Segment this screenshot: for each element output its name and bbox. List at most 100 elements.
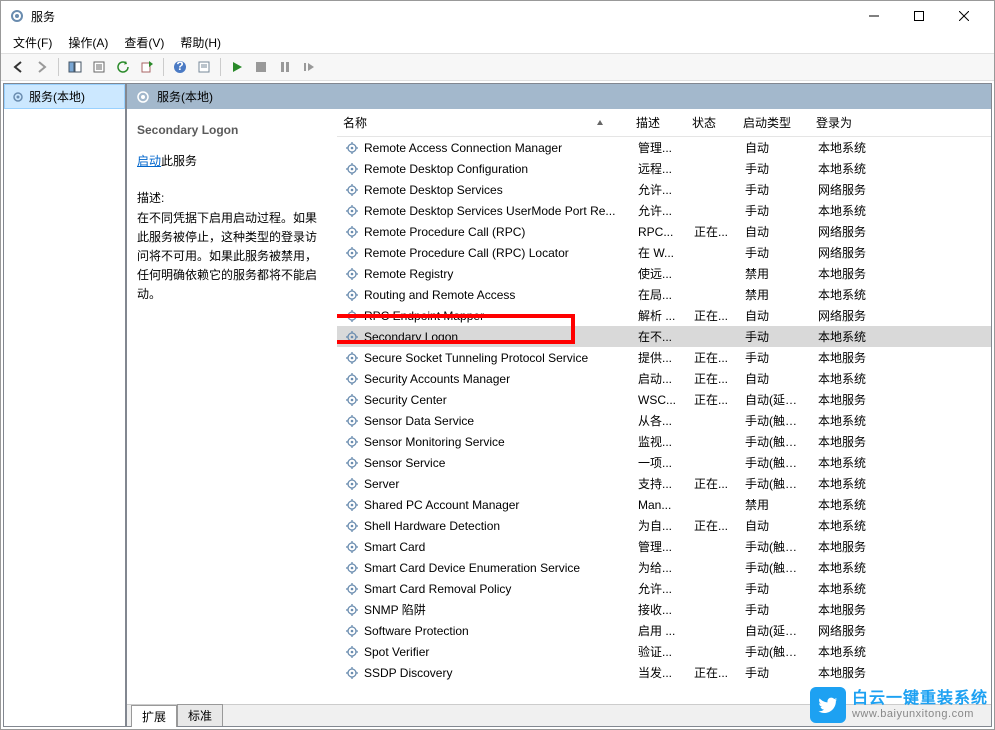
- service-desc-cell: 支持...: [632, 475, 688, 492]
- service-startup-cell: 手动(触发...: [739, 538, 812, 555]
- service-logon-cell: 本地系统: [812, 475, 884, 492]
- pause-service-button[interactable]: [274, 56, 296, 78]
- service-row[interactable]: Smart Card Removal Policy允许...手动本地系统: [337, 578, 991, 599]
- watermark-text: 白云一键重装系统: [852, 690, 988, 708]
- service-row[interactable]: Smart Card管理...手动(触发...本地服务: [337, 536, 991, 557]
- service-logon-cell: 网络服务: [812, 181, 884, 198]
- service-row[interactable]: Remote Procedure Call (RPC)RPC...正在...自动…: [337, 221, 991, 242]
- service-row[interactable]: Shell Hardware Detection为自...正在...自动本地系统: [337, 515, 991, 536]
- menu-file[interactable]: 文件(F): [5, 32, 60, 53]
- menu-view[interactable]: 查看(V): [116, 32, 172, 53]
- restart-service-button[interactable]: [298, 56, 320, 78]
- col-name-header[interactable]: 名称: [337, 109, 630, 136]
- service-desc-cell: 接收...: [632, 601, 688, 618]
- service-startup-cell: 自动: [739, 223, 812, 240]
- service-name-cell: Routing and Remote Access: [339, 288, 632, 302]
- service-desc-cell: 提供...: [632, 349, 688, 366]
- service-row[interactable]: Remote Access Connection Manager管理...自动本…: [337, 137, 991, 158]
- service-startup-cell: 自动: [739, 307, 812, 324]
- col-state-header[interactable]: 状态: [686, 109, 737, 136]
- service-name-cell: Smart Card Device Enumeration Service: [339, 561, 632, 575]
- service-row[interactable]: Remote Registry使远...禁用本地服务: [337, 263, 991, 284]
- service-row[interactable]: Remote Procedure Call (RPC) Locator在 W..…: [337, 242, 991, 263]
- service-startup-cell: 禁用: [739, 265, 812, 282]
- service-row[interactable]: Sensor Data Service从各...手动(触发...本地系统: [337, 410, 991, 431]
- service-row[interactable]: Sensor Service一项...手动(触发...本地系统: [337, 452, 991, 473]
- service-row[interactable]: Spot Verifier验证...手动(触发...本地系统: [337, 641, 991, 662]
- list-body[interactable]: Remote Access Connection Manager管理...自动本…: [337, 137, 991, 704]
- service-logon-cell: 本地系统: [812, 286, 884, 303]
- service-description: 在不同凭据下启用启动过程。如果此服务被停止，这种类型的登录访问将不可用。如果此服…: [137, 209, 327, 305]
- maximize-button[interactable]: [896, 1, 941, 31]
- service-logon-cell: 本地系统: [812, 370, 884, 387]
- service-state-cell: 正在...: [688, 223, 739, 240]
- show-hide-tree-button[interactable]: [64, 56, 86, 78]
- service-gear-icon: [345, 561, 359, 575]
- minimize-button[interactable]: [851, 1, 896, 31]
- tree-root-services[interactable]: 服务(本地): [4, 84, 125, 109]
- service-row[interactable]: Remote Desktop Services允许...手动网络服务: [337, 179, 991, 200]
- service-row[interactable]: Server支持...正在...手动(触发...本地系统: [337, 473, 991, 494]
- service-logon-cell: 本地系统: [812, 160, 884, 177]
- service-row[interactable]: Security Accounts Manager启动...正在...自动本地系…: [337, 368, 991, 389]
- service-gear-icon: [345, 267, 359, 281]
- refresh-button[interactable]: [112, 56, 134, 78]
- service-logon-cell: 本地系统: [812, 580, 884, 597]
- service-row[interactable]: Smart Card Device Enumeration Service为给.…: [337, 557, 991, 578]
- export-button[interactable]: [136, 56, 158, 78]
- service-row[interactable]: Remote Desktop Services UserMode Port Re…: [337, 200, 991, 221]
- service-gear-icon: [345, 477, 359, 491]
- service-gear-icon: [345, 498, 359, 512]
- service-gear-icon: [345, 288, 359, 302]
- service-gear-icon: [345, 309, 359, 323]
- tab-standard[interactable]: 标准: [177, 704, 223, 726]
- col-logon-header[interactable]: 登录为: [810, 109, 882, 136]
- service-row[interactable]: Routing and Remote Access在局...禁用本地系统: [337, 284, 991, 305]
- tree-pane: 服务(本地): [3, 83, 126, 727]
- service-startup-cell: 手动: [739, 349, 812, 366]
- services-tree-icon: [11, 90, 25, 104]
- service-row[interactable]: Security CenterWSC...正在...自动(延迟...本地服务: [337, 389, 991, 410]
- back-button[interactable]: [7, 56, 29, 78]
- service-logon-cell: 本地服务: [812, 664, 884, 681]
- service-state-cell: 正在...: [688, 349, 739, 366]
- column-headers: 名称 描述 状态 启动类型 登录为: [337, 109, 991, 137]
- stop-service-button[interactable]: [250, 56, 272, 78]
- service-row[interactable]: Software Protection启用 ...自动(延迟...网络服务: [337, 620, 991, 641]
- close-button[interactable]: [941, 1, 986, 31]
- properties-button[interactable]: [88, 56, 110, 78]
- tab-extended[interactable]: 扩展: [131, 705, 177, 727]
- menu-action[interactable]: 操作(A): [60, 32, 116, 53]
- forward-button[interactable]: [31, 56, 53, 78]
- service-row[interactable]: RPC Endpoint Mapper解析 ...正在...自动网络服务: [337, 305, 991, 326]
- service-gear-icon: [345, 582, 359, 596]
- service-row[interactable]: SNMP 陷阱接收...手动本地服务: [337, 599, 991, 620]
- service-row[interactable]: SSDP Discovery当发...正在...手动本地服务: [337, 662, 991, 683]
- service-logon-cell: 本地系统: [812, 559, 884, 576]
- service-row[interactable]: Shared PC Account ManagerMan...禁用本地系统: [337, 494, 991, 515]
- help-topics-button[interactable]: [193, 56, 215, 78]
- service-row[interactable]: Secondary Logon在不...手动本地系统: [337, 326, 991, 347]
- col-desc-header[interactable]: 描述: [630, 109, 686, 136]
- service-name-cell: SSDP Discovery: [339, 666, 632, 680]
- menu-help[interactable]: 帮助(H): [172, 32, 229, 53]
- service-gear-icon: [345, 162, 359, 176]
- service-desc-cell: 远程...: [632, 160, 688, 177]
- service-detail-panel: Secondary Logon 启动此服务 描述: 在不同凭据下启用启动过程。如…: [127, 109, 337, 704]
- service-gear-icon: [345, 603, 359, 617]
- service-row[interactable]: Sensor Monitoring Service监视...手动(触发...本地…: [337, 431, 991, 452]
- service-name-cell: Smart Card Removal Policy: [339, 582, 632, 596]
- service-startup-cell: 自动(延迟...: [739, 622, 812, 639]
- start-service-link[interactable]: 启动: [137, 154, 161, 168]
- service-row[interactable]: Secure Socket Tunneling Protocol Service…: [337, 347, 991, 368]
- start-service-suffix: 此服务: [161, 154, 197, 168]
- service-row[interactable]: Remote Desktop Configuration远程...手动本地系统: [337, 158, 991, 179]
- service-startup-cell: 手动: [739, 181, 812, 198]
- help-button[interactable]: ?: [169, 56, 191, 78]
- service-desc-cell: 允许...: [632, 580, 688, 597]
- pane-header-title: 服务(本地): [157, 88, 213, 105]
- col-startup-header[interactable]: 启动类型: [737, 109, 810, 136]
- service-desc-cell: 允许...: [632, 181, 688, 198]
- start-service-button[interactable]: [226, 56, 248, 78]
- service-startup-cell: 自动: [739, 370, 812, 387]
